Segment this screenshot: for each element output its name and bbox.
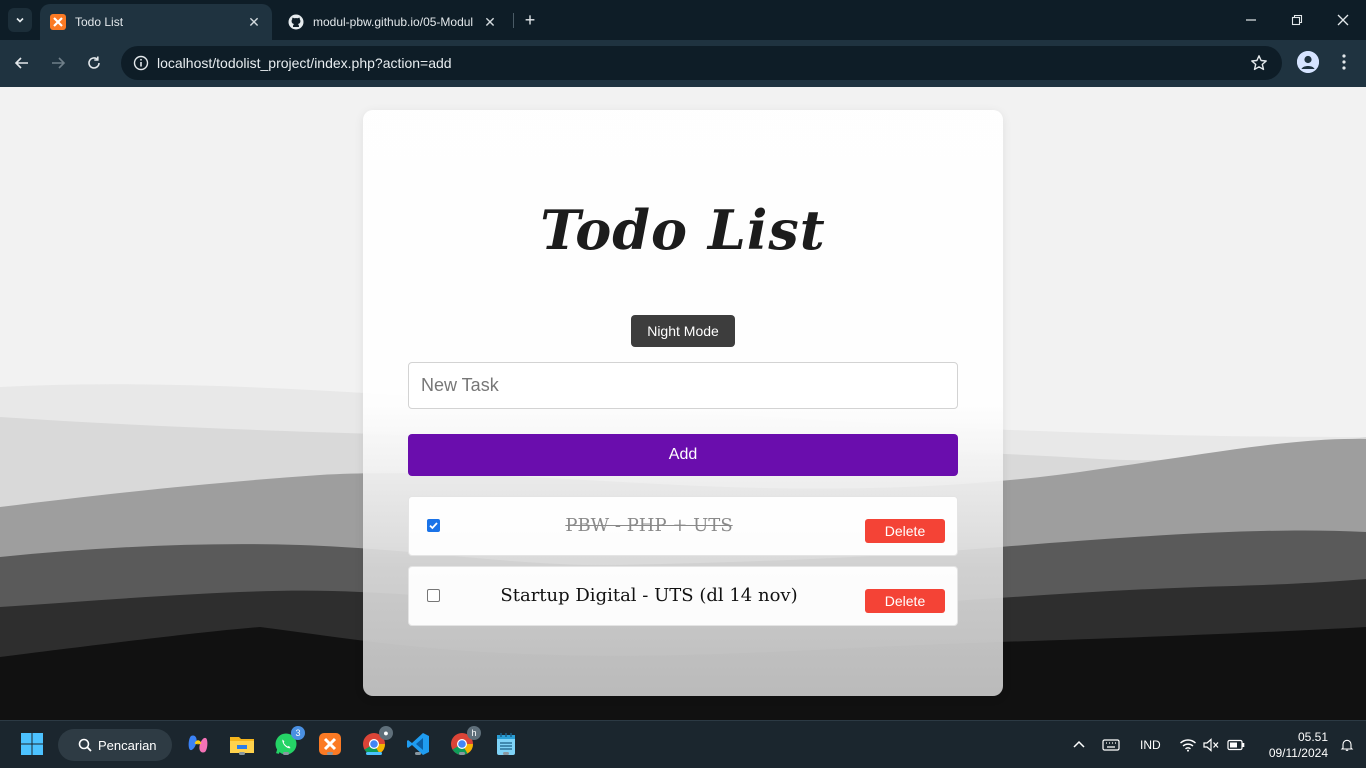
task-checkbox-unchecked[interactable]: [427, 589, 440, 602]
tab-modul-pbw[interactable]: modul-pbw.github.io/05-Modul ✕: [278, 4, 508, 40]
chevron-down-icon: [16, 17, 24, 23]
tab-todo-list[interactable]: Todo List ✕: [40, 4, 272, 40]
profile-avatar[interactable]: [1297, 51, 1319, 73]
touch-keyboard-button[interactable]: [1102, 721, 1120, 768]
reload-icon: [88, 56, 100, 69]
profile-badge: h: [467, 726, 481, 740]
keyboard-icon: [1102, 739, 1120, 751]
tab-title: Todo List: [75, 15, 124, 29]
battery-button[interactable]: [1227, 721, 1245, 768]
task-text: PBW - PHP + UTS: [565, 515, 733, 536]
input-language[interactable]: IND: [1140, 721, 1161, 768]
minimize-icon: [1246, 19, 1256, 21]
taskbar-search[interactable]: Pencarian: [58, 729, 172, 761]
browser-menu-button[interactable]: [1335, 51, 1353, 73]
notification-badge: 3: [291, 726, 305, 740]
chrome-profile-app[interactable]: h: [449, 726, 481, 757]
show-hidden-icons-button[interactable]: [1072, 721, 1086, 768]
wifi-icon: [1180, 739, 1196, 752]
volume-button[interactable]: [1203, 721, 1219, 768]
browser-toolbar: localhost/todolist_project/index.php?act…: [0, 40, 1366, 87]
search-label: Pencarian: [98, 737, 157, 753]
task-item: PBW - PHP + UTS Delete: [408, 496, 958, 556]
close-tab-icon[interactable]: ✕: [482, 14, 498, 30]
network-button[interactable]: [1179, 721, 1197, 768]
back-button[interactable]: [10, 51, 34, 75]
system-clock[interactable]: 05.51 09/11/2024: [1258, 729, 1328, 761]
notepad-app[interactable]: [493, 731, 519, 757]
checkmark-icon: [429, 522, 438, 530]
chevron-up-icon: [1073, 740, 1085, 748]
close-window-button[interactable]: [1320, 0, 1366, 40]
start-button[interactable]: [19, 731, 45, 757]
add-task-button[interactable]: Add: [408, 434, 958, 476]
user-icon: [1297, 51, 1319, 73]
xampp-app[interactable]: [317, 731, 343, 757]
close-tab-icon[interactable]: ✕: [246, 14, 262, 30]
info-icon: [133, 55, 149, 71]
browser-tab-strip: Todo List ✕ modul-pbw.github.io/05-Modul…: [0, 0, 1366, 40]
chrome-app-active[interactable]: ●: [361, 726, 393, 757]
address-bar[interactable]: localhost/todolist_project/index.php?act…: [121, 46, 1282, 80]
minimize-button[interactable]: [1228, 0, 1274, 40]
running-indicator: [459, 752, 465, 755]
file-explorer-app[interactable]: [229, 731, 255, 757]
clock-time: 05.51: [1297, 730, 1328, 744]
arrow-right-icon: [52, 57, 66, 69]
restore-icon: [1291, 14, 1303, 26]
page-title: Todo List: [540, 198, 826, 262]
github-icon: [288, 14, 304, 30]
vscode-app[interactable]: [405, 731, 431, 757]
running-indicator: [283, 752, 289, 755]
clock-date: 09/11/2024: [1268, 746, 1328, 760]
language-label: IND: [1140, 738, 1161, 752]
url-text: localhost/todolist_project/index.php?act…: [157, 55, 452, 71]
battery-icon: [1227, 739, 1245, 751]
running-indicator: [503, 752, 509, 755]
running-indicator: [327, 752, 333, 755]
task-checkbox-checked[interactable]: [427, 519, 440, 532]
night-mode-button[interactable]: Night Mode: [631, 315, 735, 347]
xampp-icon: [50, 14, 66, 30]
volume-muted-icon: [1203, 738, 1219, 752]
tab-search-button[interactable]: [8, 8, 32, 32]
more-vertical-icon: [1342, 54, 1346, 70]
windows-taskbar: Pencarian 3 ● h IND 05.51 09/11/2024: [0, 720, 1366, 768]
search-icon: [78, 738, 92, 752]
reload-button[interactable]: [82, 51, 106, 75]
page-viewport: Todo List Night Mode Add PBW - PHP + UTS…: [0, 87, 1366, 720]
notifications-button[interactable]: [1340, 721, 1354, 768]
copilot-app[interactable]: [185, 731, 211, 757]
running-indicator: [239, 752, 245, 755]
profile-badge: ●: [379, 726, 393, 740]
restore-button[interactable]: [1274, 0, 1320, 40]
delete-task-button[interactable]: Delete: [865, 519, 945, 543]
copilot-icon: [188, 735, 208, 753]
site-info-button[interactable]: [129, 51, 153, 75]
bell-icon: [1340, 739, 1354, 751]
arrow-left-icon: [14, 57, 28, 69]
active-indicator: [366, 752, 382, 755]
todo-card: Todo List Night Mode Add PBW - PHP + UTS…: [363, 110, 1003, 696]
whatsapp-app[interactable]: 3: [273, 726, 305, 757]
close-icon: [1337, 14, 1349, 26]
bookmark-star-icon[interactable]: [1250, 54, 1268, 72]
forward-button[interactable]: [46, 51, 70, 75]
windows-logo-icon: [21, 733, 43, 755]
task-text: Startup Digital - UTS (dl 14 nov): [500, 585, 798, 606]
task-item: Startup Digital - UTS (dl 14 nov) Delete: [408, 566, 958, 626]
new-task-input[interactable]: [408, 362, 958, 409]
new-tab-button[interactable]: +: [520, 10, 540, 30]
running-indicator: [415, 752, 421, 755]
delete-task-button[interactable]: Delete: [865, 589, 945, 613]
tab-separator: [513, 13, 514, 28]
tab-title: modul-pbw.github.io/05-Modul: [313, 15, 474, 29]
